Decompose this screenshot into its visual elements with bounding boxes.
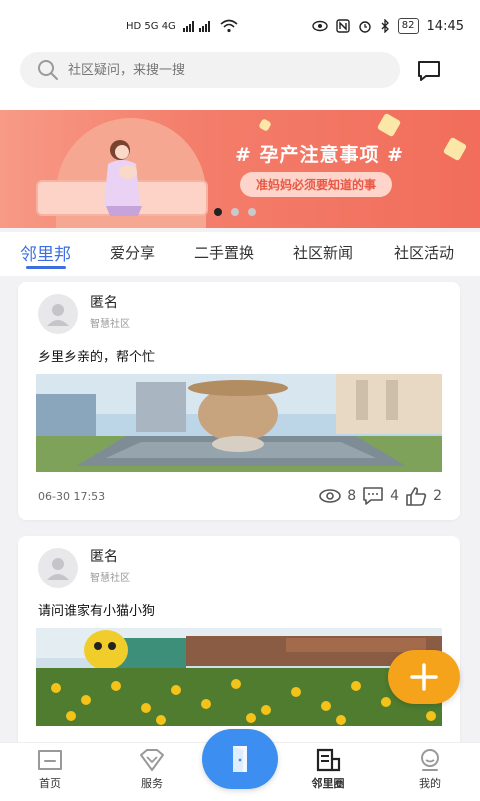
default-avatar-icon [47,304,69,326]
nav-home[interactable]: 首页 [20,747,80,791]
tab-neighborhood[interactable]: 邻里邦 [20,240,71,265]
bluetooth-icon [381,19,389,33]
message-icon[interactable] [416,58,442,84]
signal-icon [182,21,210,32]
bottom-navigation: 首页 服务 邻里圈 我的 [0,729,480,801]
carousel-indicator [214,208,256,216]
carousel-dot[interactable] [248,208,256,216]
tab-community-news[interactable]: 社区新闻 [293,242,353,263]
post-image[interactable] [36,628,442,726]
post-timestamp: 06-30 17:53 [38,490,106,503]
network-indicators: HD 5G 4G [126,19,238,33]
banner-subtitle: 准妈妈必须要知道的事 [240,172,393,197]
nav-mine-label: 我的 [419,777,441,790]
status-right: 82 14:45 [312,18,464,34]
search-bar[interactable] [20,52,400,88]
nav-neighborhood[interactable]: 邻里圈 [298,747,358,791]
category-tabs: 邻里邦 爱分享 二手置换 社区新闻 社区活动 [0,232,480,276]
diamond-icon [140,749,164,771]
tab-community-events[interactable]: 社区活动 [394,242,454,263]
plus-icon [410,663,438,691]
battery-indicator: 82 [397,18,419,34]
nfc-icon [336,19,350,33]
add-post-button[interactable] [388,650,460,704]
post-stats: 8 4 2 [319,486,442,506]
door-icon [233,746,247,772]
post-author: 匿名 [90,549,118,565]
avatar[interactable] [38,548,78,588]
status-bar: HD 5G 4G 82 14:45 [0,0,480,52]
banner-sparkle-decoration [376,112,402,138]
post-image[interactable] [36,374,442,472]
post-text: 请问谁家有小猫小狗 [38,604,156,619]
carousel-dot[interactable] [214,208,222,216]
default-avatar-icon [47,558,69,580]
search-input[interactable] [66,61,370,79]
document-icon [316,748,341,772]
post-text: 乡里乡亲的，帮个忙 [38,350,156,365]
nav-home-label: 首页 [39,777,61,790]
network-label: HD 5G 4G [126,20,176,32]
wifi-icon [220,19,238,33]
like-icon[interactable] [405,486,427,506]
mother-illustration [104,140,142,216]
search-row [0,52,480,110]
banner-sparkle-decoration [442,136,468,162]
tab-sharing[interactable]: 爱分享 [110,242,155,263]
like-count: 2 [433,488,442,504]
clock: 14:45 [426,18,464,34]
home-icon [38,750,62,770]
flower-garden-photo [36,628,442,726]
carousel-dot[interactable] [231,208,239,216]
eye-icon [319,489,342,503]
eye-icon [312,20,328,32]
nav-mine[interactable]: 我的 [400,747,460,791]
nav-neighborhood-label: 邻里圈 [311,777,345,790]
active-tab-indicator [26,266,66,269]
post-community: 智慧社区 [90,573,130,584]
avatar[interactable] [38,294,78,334]
banner-sparkle-decoration [258,118,272,132]
profile-icon [421,749,439,771]
search-icon [38,60,58,80]
comment-count: 4 [390,488,400,504]
post-author: 匿名 [90,295,118,311]
center-action-button[interactable] [202,729,278,789]
nav-services[interactable]: 服务 [122,747,182,791]
view-count: 8 [347,488,357,504]
post-community: 智慧社区 [90,319,130,330]
alarm-icon [359,21,371,33]
post-card[interactable]: 匿名 智慧社区 请问谁家有小猫小狗 [18,536,460,756]
tab-second-hand[interactable]: 二手置换 [194,242,254,263]
nav-services-label: 服务 [141,777,163,790]
banner-title: # 孕产注意事项 # [235,144,405,166]
fountain-photo [36,374,442,472]
comment-icon[interactable] [362,486,384,506]
post-card[interactable]: 匿名 智慧社区 乡里乡亲的，帮个忙 06-30 17:53 8 4 2 [18,282,460,520]
